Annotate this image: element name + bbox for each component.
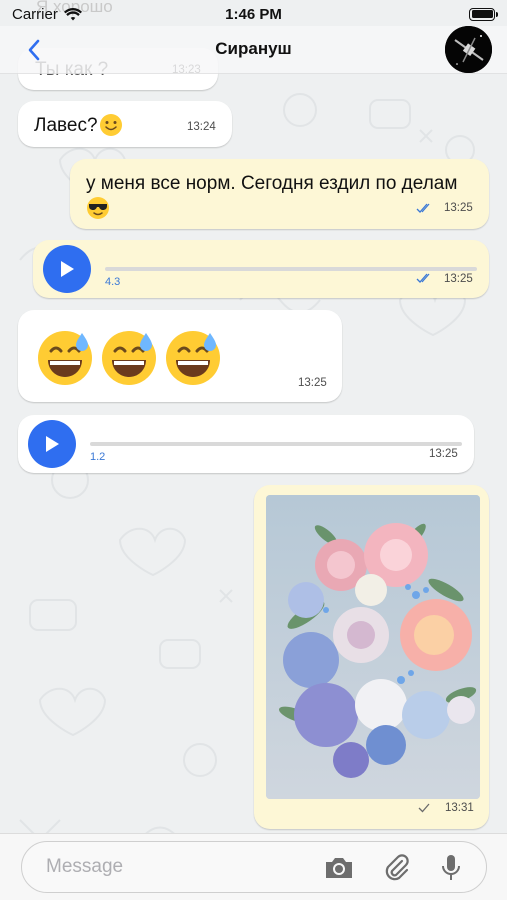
chat-header: Сирануш xyxy=(0,26,507,74)
message-time: 13:24 xyxy=(187,121,216,133)
attach-button[interactable] xyxy=(382,854,412,882)
grinning-face-with-sweat-icon xyxy=(102,331,156,385)
message-bubble-outgoing[interactable]: у меня все норм. Сегодня ездил по делам … xyxy=(70,159,489,229)
camera-icon xyxy=(326,858,352,878)
carrier-wifi: Carrier xyxy=(12,6,82,23)
voice-message-incoming[interactable]: 1.2 13:25 xyxy=(18,415,474,473)
clock: 1:46 PM xyxy=(225,5,282,23)
grinning-face-with-sweat-icon xyxy=(38,331,92,385)
message-input[interactable] xyxy=(46,842,306,892)
message-time: 13:25 xyxy=(444,202,473,214)
status-bar: Carrier 1:46 PM xyxy=(0,0,507,28)
sent-check-icon xyxy=(418,803,430,813)
read-double-check-icon xyxy=(416,273,430,283)
microphone-icon xyxy=(442,855,460,880)
message-field-container xyxy=(21,841,487,893)
paperclip-icon xyxy=(385,854,409,881)
flower-bouquet-image[interactable] xyxy=(266,495,480,799)
message-input-bar xyxy=(0,833,507,900)
message-time: 13:25 xyxy=(444,273,473,285)
play-button[interactable] xyxy=(28,420,76,468)
camera-button[interactable] xyxy=(324,854,354,882)
chat-title[interactable]: Сирануш xyxy=(0,39,507,59)
voice-duration: 1.2 xyxy=(90,451,106,463)
image-message-outgoing[interactable]: 13:31 xyxy=(254,485,489,829)
message-time: 13:25 xyxy=(429,448,458,460)
message-bubble-incoming[interactable]: 13:25 xyxy=(18,310,342,402)
message-text: Лавес? xyxy=(34,115,98,136)
voice-message-outgoing[interactable]: 4.3 13:25 xyxy=(33,240,489,298)
contact-avatar[interactable] xyxy=(445,26,492,73)
message-time: 13:31 xyxy=(445,802,474,814)
message-text: у меня все норм. Сегодня ездил по делам xyxy=(86,173,458,194)
voice-waveform[interactable] xyxy=(90,442,462,446)
message-time: 13:25 xyxy=(298,377,327,389)
message-bubble-incoming[interactable]: Лавес? 13:24 xyxy=(18,101,232,147)
voice-duration: 4.3 xyxy=(105,276,121,288)
voice-waveform[interactable] xyxy=(105,267,477,271)
play-icon xyxy=(61,261,74,277)
microphone-button[interactable] xyxy=(436,854,466,882)
smiling-face-with-sunglasses-icon xyxy=(87,197,109,219)
play-button[interactable] xyxy=(43,245,91,293)
read-double-check-icon xyxy=(416,203,430,213)
wifi-icon xyxy=(63,7,82,20)
grinning-face-with-sweat-icon xyxy=(166,331,220,385)
play-icon xyxy=(46,436,59,452)
slightly-smiling-face-icon xyxy=(100,114,122,136)
battery-icon xyxy=(469,7,498,21)
carrier-label: Carrier xyxy=(12,5,58,23)
